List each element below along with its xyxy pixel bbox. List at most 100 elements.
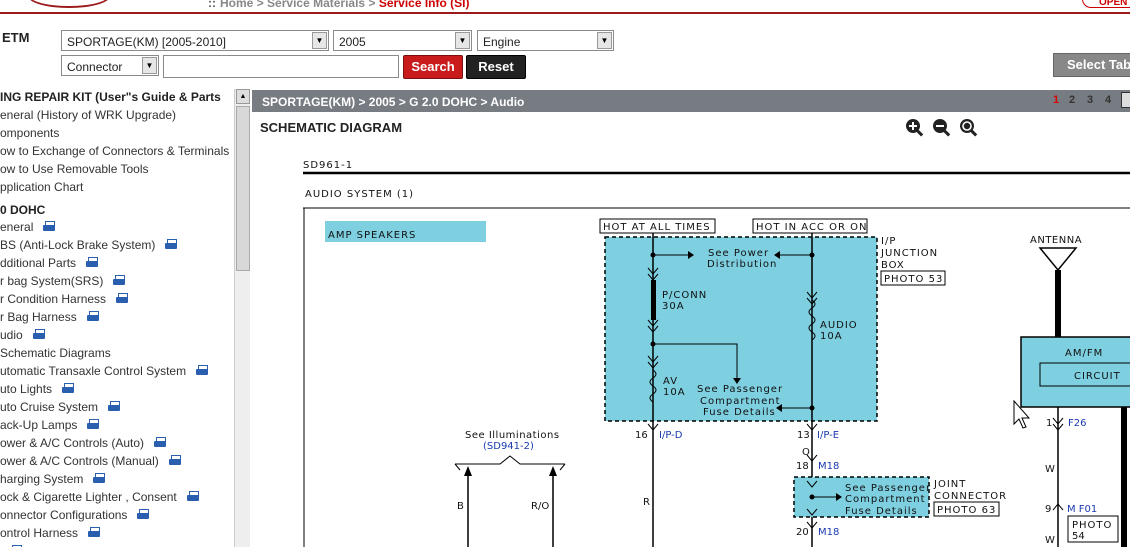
printer-icon[interactable] xyxy=(154,437,167,448)
engine-select[interactable]: Engine ▼ xyxy=(477,30,614,51)
sidebar-item[interactable]: ower & A/C Controls (Auto) xyxy=(0,436,167,450)
sidebar-item[interactable]: omponents xyxy=(0,126,59,140)
sidebar-item-label: uto Lights xyxy=(0,382,53,396)
sidebar-item-label: 0 DOHC xyxy=(0,203,46,217)
sidebar-item[interactable]: ow to Use Removable Tools xyxy=(0,162,149,176)
type-select[interactable]: Connector ▼ xyxy=(61,55,159,76)
model-select-value: SPORTAGE(KM) [2005-2010] xyxy=(67,35,226,49)
sidebar-item[interactable]: r Condition Harness xyxy=(0,292,129,306)
year-select[interactable]: 2005 ▼ xyxy=(333,30,472,51)
sidebar-item[interactable]: pplication Chart xyxy=(0,180,83,194)
open-button[interactable]: OPEN xyxy=(1082,0,1130,8)
sidebar-item[interactable]: r Bag Harness xyxy=(0,310,100,324)
chevron-down-icon[interactable]: ▼ xyxy=(312,32,327,49)
sidebar-item[interactable]: ontrol Harness xyxy=(0,526,101,540)
sidebar-item-label: ower & A/C Controls (Auto) xyxy=(0,436,145,450)
select-tab-button[interactable]: Select Tab xyxy=(1053,53,1130,77)
sidebar-item[interactable]: udio xyxy=(0,328,46,342)
see-power-label: See Power xyxy=(708,248,769,259)
sidebar-item[interactable]: uto Cruise System xyxy=(0,400,121,414)
sidebar-item[interactable]: ower & A/C Controls (Manual) xyxy=(0,454,182,468)
schematic-diagram[interactable]: SD961-1 AUDIO SYSTEM (1) AMP SPEAKERS HO… xyxy=(252,140,1130,547)
sidebar-item-label: ow to Use Removable Tools xyxy=(0,162,149,176)
printer-icon[interactable] xyxy=(165,239,178,250)
ip-e-connector-link[interactable]: I/P-E xyxy=(817,430,839,441)
printer-icon[interactable] xyxy=(88,527,101,538)
printer-icon[interactable] xyxy=(86,257,99,268)
sidebar-item-label: r bag System(SRS) xyxy=(0,274,104,288)
m18-connector-link-2[interactable]: M18 xyxy=(818,527,839,538)
sidebar-item[interactable]: dditional Parts xyxy=(0,256,99,270)
sidebar-item[interactable]: onnector Configurations xyxy=(0,508,150,522)
model-select[interactable]: SPORTAGE(KM) [2005-2010] ▼ xyxy=(61,30,329,51)
printer-icon[interactable] xyxy=(93,473,106,484)
sidebar-item[interactable]: uto Lights xyxy=(0,382,75,396)
sidebar-item[interactable]: ING REPAIR KIT (User"s Guide & Parts xyxy=(0,90,221,104)
printer-icon[interactable] xyxy=(32,329,46,340)
brand-logo[interactable] xyxy=(28,0,110,8)
page-link-2[interactable]: 2 xyxy=(1069,94,1075,106)
audio-fuse-rating: 10A xyxy=(820,331,843,342)
printer-icon[interactable] xyxy=(113,275,126,286)
sidebar-item[interactable]: Schematic Diagrams xyxy=(0,346,111,360)
breadcrumb-home-link[interactable]: Home xyxy=(220,0,253,10)
breadcrumb-dots-icon: :: xyxy=(208,0,216,10)
sidebar-item[interactable]: ock & Cigarette Lighter , Consent xyxy=(0,490,200,504)
wire-color-b: B xyxy=(457,501,464,512)
sidebar-item[interactable]: BS (Anti-Lock Brake System) xyxy=(0,238,178,252)
mf01-connector-link[interactable]: M F01 xyxy=(1067,504,1097,515)
sidebar-item[interactable]: 0 DOHC xyxy=(0,203,45,217)
chevron-down-icon[interactable]: ▼ xyxy=(142,57,157,74)
antenna-icon xyxy=(1038,247,1078,272)
sidebar-item-label: ontrol Harness xyxy=(0,526,79,540)
printer-icon[interactable] xyxy=(62,383,75,394)
sidebar-item[interactable]: harging System xyxy=(0,472,106,486)
content-path-bar: SPORTAGE(KM) > 2005 > G 2.0 DOHC > Audio… xyxy=(252,90,1130,112)
printer-icon[interactable] xyxy=(43,221,56,232)
printer-icon[interactable] xyxy=(168,455,182,466)
sidebar-item-label: dditional Parts xyxy=(0,256,77,270)
sidebar-item[interactable]: ow to Exchange of Connectors & Terminals xyxy=(0,144,229,158)
sidebar-item-label: Schematic Diagrams xyxy=(0,346,111,360)
sidebar-item-label: omponents xyxy=(0,126,60,140)
sidebar-item-label: pplication Chart xyxy=(0,180,84,194)
chevron-down-icon[interactable]: ▼ xyxy=(597,32,612,49)
sidebar-item[interactable]: ack-Up Lamps xyxy=(0,418,100,432)
breadcrumb-current: Service Info (SI) xyxy=(378,0,470,10)
sidebar-item-label: ack-Up Lamps xyxy=(0,418,78,432)
ip-d-connector-link[interactable]: I/P-D xyxy=(659,430,683,441)
page-link-3[interactable]: 3 xyxy=(1087,94,1093,106)
etm-page: :: Home > Service Materials > Service Inf… xyxy=(0,0,1130,547)
pin-18-label: 18 xyxy=(796,461,809,472)
breadcrumb-service-materials-link[interactable]: Service Materials xyxy=(267,0,365,10)
printer-icon[interactable] xyxy=(108,401,121,412)
pin-13-label: 13 xyxy=(797,430,810,441)
printer-icon[interactable] xyxy=(87,419,100,430)
sidebar-item[interactable]: eneral (History of WRK Upgrade) xyxy=(0,108,176,122)
scrollbar-thumb[interactable] xyxy=(236,106,250,271)
page-list-icon[interactable] xyxy=(1121,92,1130,108)
printer-icon[interactable] xyxy=(196,365,209,376)
scroll-up-icon[interactable]: ▲ xyxy=(236,89,250,104)
see-passenger-label-3: Fuse Details xyxy=(703,407,776,418)
printer-icon[interactable] xyxy=(86,311,100,322)
sd941-link[interactable]: (SD941-2) xyxy=(483,441,534,452)
reset-button[interactable]: Reset xyxy=(466,55,526,79)
zoom-out-icon[interactable] xyxy=(932,118,952,138)
f26-connector-link[interactable]: F26 xyxy=(1068,418,1086,429)
printer-icon[interactable] xyxy=(116,293,129,304)
sidebar-item[interactable]: utomatic Transaxle Control System xyxy=(0,364,209,378)
page-link-4[interactable]: 4 xyxy=(1105,94,1111,106)
zoom-in-icon[interactable] xyxy=(905,118,925,138)
search-input[interactable] xyxy=(163,55,399,78)
sidebar-scrollbar[interactable]: ▲ xyxy=(234,89,250,547)
sidebar-item[interactable]: eneral xyxy=(0,220,56,234)
sidebar-item[interactable]: r bag System(SRS) xyxy=(0,274,126,288)
page-link-1[interactable]: 1 xyxy=(1053,94,1059,106)
printer-icon[interactable] xyxy=(137,509,150,520)
chevron-down-icon[interactable]: ▼ xyxy=(455,32,470,49)
printer-icon[interactable] xyxy=(186,491,200,502)
zoom-reset-icon[interactable] xyxy=(959,118,979,138)
m18-connector-link[interactable]: M18 xyxy=(818,461,839,472)
search-button[interactable]: Search xyxy=(403,55,463,79)
